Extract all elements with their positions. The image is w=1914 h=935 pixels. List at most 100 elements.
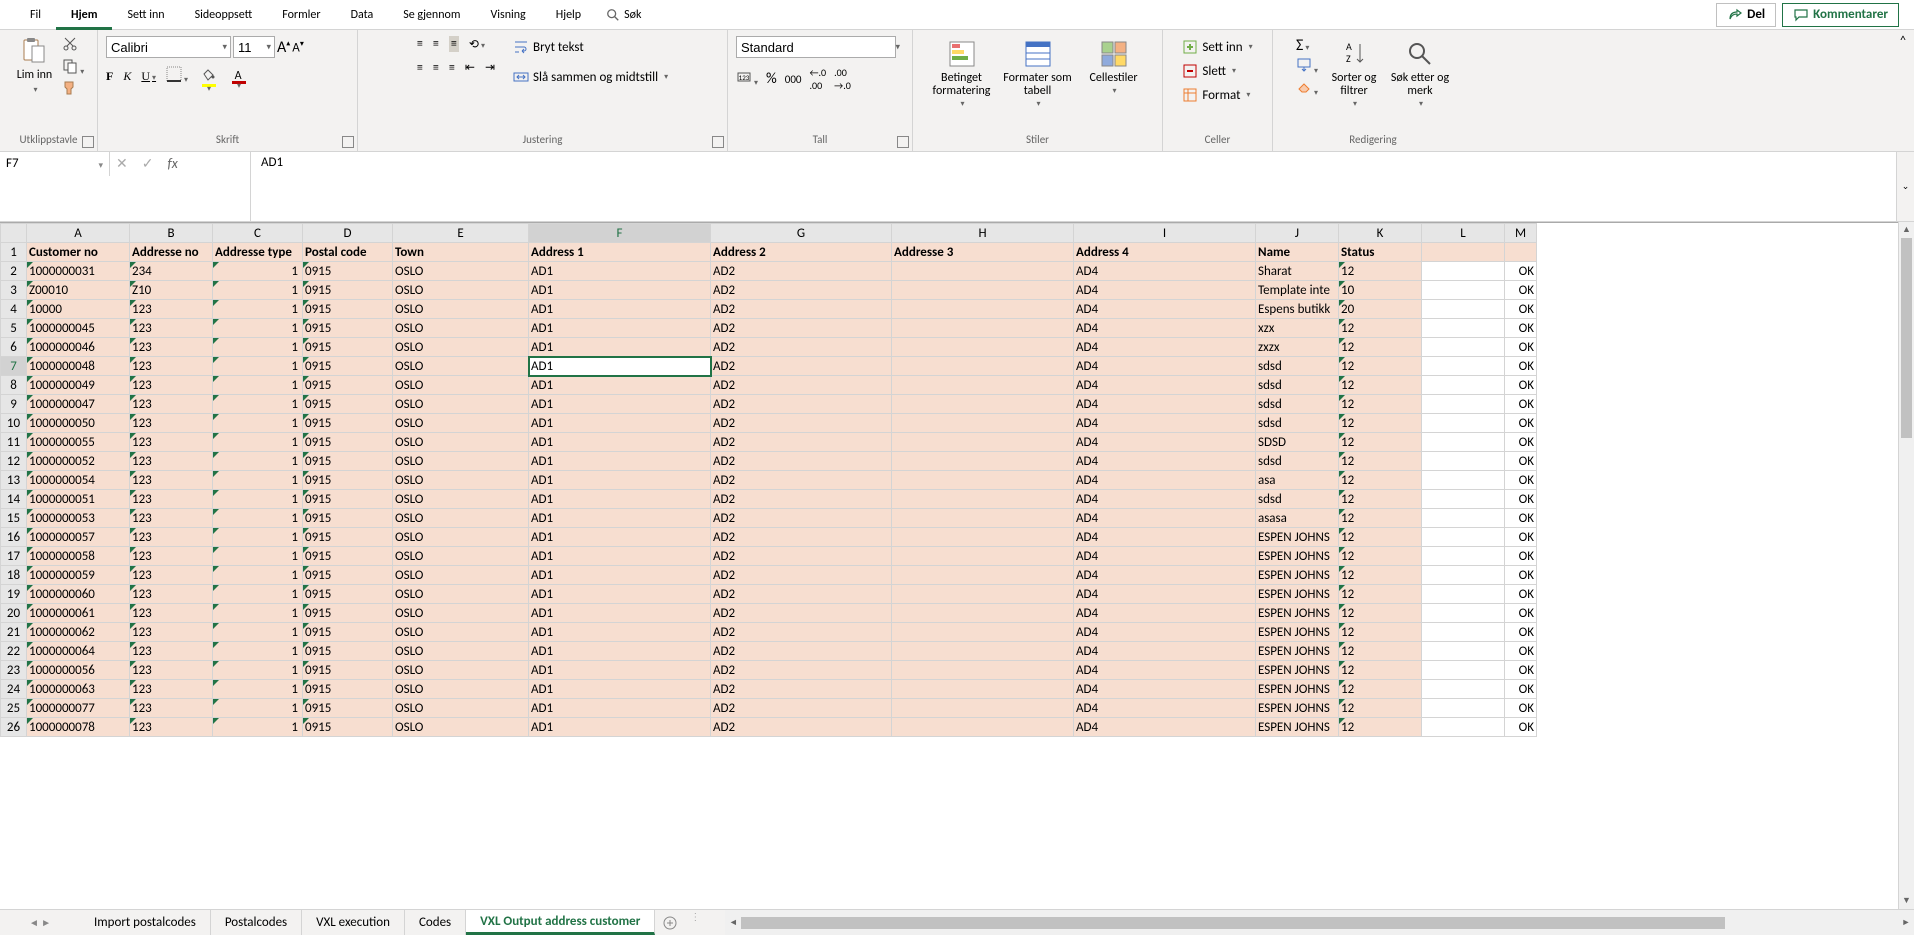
- cell[interactable]: [892, 414, 1074, 433]
- row-header-15[interactable]: 15: [1, 509, 27, 528]
- cell[interactable]: AD1: [529, 395, 711, 414]
- row-header-2[interactable]: 2: [1, 262, 27, 281]
- cell[interactable]: [892, 262, 1074, 281]
- cell[interactable]: AD2: [711, 718, 892, 737]
- cell[interactable]: [892, 452, 1074, 471]
- cell[interactable]: 123: [130, 452, 213, 471]
- cell[interactable]: AD1: [529, 623, 711, 642]
- cell[interactable]: OK: [1505, 357, 1537, 376]
- cell[interactable]: [1422, 262, 1505, 281]
- cell[interactable]: 1: [213, 452, 303, 471]
- cell[interactable]: zxzx: [1256, 338, 1339, 357]
- cell[interactable]: 1: [213, 433, 303, 452]
- cell[interactable]: 123: [130, 585, 213, 604]
- cell[interactable]: 1000000077: [27, 699, 130, 718]
- scroll-down-button[interactable]: ▼: [1899, 893, 1914, 909]
- increase-font-button[interactable]: A▴: [277, 38, 290, 57]
- cell[interactable]: OK: [1505, 452, 1537, 471]
- cell[interactable]: AD4: [1074, 414, 1256, 433]
- cell[interactable]: [892, 528, 1074, 547]
- cell[interactable]: OSLO: [393, 433, 529, 452]
- cell[interactable]: 12: [1339, 661, 1422, 680]
- cell[interactable]: 0915: [303, 642, 393, 661]
- cell[interactable]: 123: [130, 623, 213, 642]
- font-dialog-launcher[interactable]: [342, 136, 354, 148]
- column-header-B[interactable]: B: [130, 224, 213, 243]
- cell[interactable]: ESPEN JOHNS: [1256, 718, 1339, 737]
- cell[interactable]: AD4: [1074, 338, 1256, 357]
- align-bottom-button[interactable]: ≡: [449, 36, 459, 52]
- format-painter-button[interactable]: [62, 80, 78, 100]
- cell[interactable]: AD2: [711, 680, 892, 699]
- cell[interactable]: 0915: [303, 281, 393, 300]
- row-header-10[interactable]: 10: [1, 414, 27, 433]
- cell[interactable]: OSLO: [393, 699, 529, 718]
- cell[interactable]: 1: [213, 490, 303, 509]
- underline-button[interactable]: U: [141, 69, 156, 84]
- cell[interactable]: 1000000060: [27, 585, 130, 604]
- cell[interactable]: 12: [1339, 376, 1422, 395]
- cell[interactable]: OSLO: [393, 414, 529, 433]
- cell[interactable]: 12: [1339, 680, 1422, 699]
- cell[interactable]: 1: [213, 281, 303, 300]
- cell[interactable]: 1000000078: [27, 718, 130, 737]
- sheet-tab-vxl-execution[interactable]: VXL execution: [302, 910, 405, 935]
- cell[interactable]: AD1: [529, 547, 711, 566]
- cell[interactable]: AD4: [1074, 566, 1256, 585]
- cell[interactable]: OSLO: [393, 718, 529, 737]
- cell[interactable]: 1000000051: [27, 490, 130, 509]
- cell[interactable]: 1: [213, 300, 303, 319]
- row-header-9[interactable]: 9: [1, 395, 27, 414]
- tab-split-handle[interactable]: ⋮: [685, 910, 705, 935]
- row-header-5[interactable]: 5: [1, 319, 27, 338]
- cell[interactable]: 123: [130, 566, 213, 585]
- cell[interactable]: Z10: [130, 281, 213, 300]
- cell[interactable]: [1422, 471, 1505, 490]
- cell[interactable]: 123: [130, 699, 213, 718]
- cell[interactable]: SDSD: [1256, 433, 1339, 452]
- cell[interactable]: OK: [1505, 319, 1537, 338]
- cell[interactable]: [892, 718, 1074, 737]
- header-cell[interactable]: [1422, 243, 1505, 262]
- menu-hjelp[interactable]: Hjelp: [541, 0, 596, 30]
- cell[interactable]: [892, 300, 1074, 319]
- cell[interactable]: AD4: [1074, 490, 1256, 509]
- cell[interactable]: AD1: [529, 433, 711, 452]
- cell[interactable]: 1000000057: [27, 528, 130, 547]
- cell[interactable]: AD4: [1074, 642, 1256, 661]
- cell[interactable]: 0915: [303, 338, 393, 357]
- cut-button[interactable]: [62, 36, 78, 56]
- row-header-17[interactable]: 17: [1, 547, 27, 566]
- cell[interactable]: 1: [213, 338, 303, 357]
- clipboard-dialog-launcher[interactable]: [82, 136, 94, 148]
- cell[interactable]: 123: [130, 319, 213, 338]
- cell[interactable]: 123: [130, 471, 213, 490]
- cell[interactable]: 123: [130, 433, 213, 452]
- paste-button[interactable]: Lim inn: [13, 36, 56, 96]
- sheet-tab-postalcodes[interactable]: Postalcodes: [211, 910, 302, 935]
- cell[interactable]: AD2: [711, 699, 892, 718]
- cell[interactable]: 0915: [303, 604, 393, 623]
- cell[interactable]: AD4: [1074, 452, 1256, 471]
- cell[interactable]: 123: [130, 395, 213, 414]
- header-cell[interactable]: Status: [1339, 243, 1422, 262]
- cell[interactable]: AD2: [711, 528, 892, 547]
- autosum-button[interactable]: Σ: [1296, 36, 1309, 55]
- scroll-up-button[interactable]: ▲: [1899, 222, 1914, 238]
- cell[interactable]: OK: [1505, 490, 1537, 509]
- cell[interactable]: AD4: [1074, 319, 1256, 338]
- cell[interactable]: AD2: [711, 395, 892, 414]
- cell[interactable]: [1422, 281, 1505, 300]
- cell[interactable]: 1000000054: [27, 471, 130, 490]
- row-header-1[interactable]: 1: [1, 243, 27, 262]
- cell[interactable]: sdsd: [1256, 395, 1339, 414]
- cell[interactable]: 0915: [303, 699, 393, 718]
- cell[interactable]: 20: [1339, 300, 1422, 319]
- scroll-right-button[interactable]: ►: [1898, 915, 1914, 931]
- increase-decimal-button[interactable]: ←.0.00: [809, 66, 826, 92]
- borders-button[interactable]: [166, 66, 188, 86]
- cell[interactable]: xzx: [1256, 319, 1339, 338]
- cell[interactable]: 123: [130, 642, 213, 661]
- cell[interactable]: ESPEN JOHNS: [1256, 566, 1339, 585]
- cell[interactable]: [892, 699, 1074, 718]
